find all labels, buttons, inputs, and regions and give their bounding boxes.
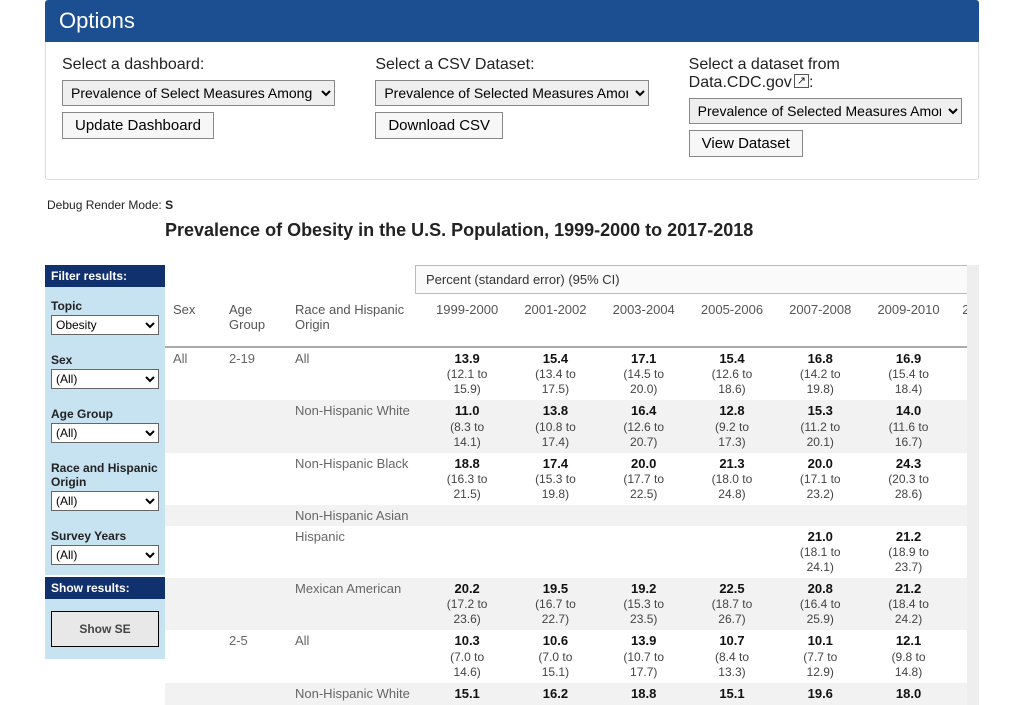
data-cell [511, 505, 599, 526]
data-cell [864, 505, 952, 526]
filter-select-race-and-hispanic-origin[interactable]: (All) [51, 491, 159, 511]
data-cell: 18.8 [600, 683, 688, 705]
data-cell [600, 526, 688, 578]
cdc-select-label: Select a dataset from Data.CDC.gov↗: [689, 56, 962, 92]
data-cell: 15.3(11.2 to20.1) [776, 400, 864, 452]
data-cell: 21.2(18.9 to23.7) [864, 526, 952, 578]
filter-label-survey-years: Survey Years [51, 529, 159, 543]
filter-select-topic[interactable]: Obesity [51, 315, 159, 335]
data-cell: 16.4(12.6 to20.7) [600, 400, 688, 452]
table-row: 2-5All10.3(7.0 to14.6)10.6(7.0 to15.1)13… [165, 630, 979, 682]
dashboard-select-label: Select a dashboard: [62, 56, 335, 74]
data-cell: 13.8(10.8 to17.4) [511, 400, 599, 452]
data-cell: 13.9(12.1 to15.9) [423, 347, 511, 400]
filter-label-age-group: Age Group [51, 407, 159, 421]
col-year: 2007-2008 [776, 298, 864, 347]
data-cell [600, 505, 688, 526]
data-cell [511, 526, 599, 578]
csv-select-label: Select a CSV Dataset: [375, 56, 648, 74]
data-cell: 20.8(16.4 to25.9) [776, 578, 864, 630]
data-cell: 22.5(18.7 to26.7) [688, 578, 776, 630]
data-cell: 12.1(9.8 to14.8) [864, 630, 952, 682]
filter-select-survey-years[interactable]: (All) [51, 545, 159, 565]
data-table: Sex Age Group Race and Hispanic Origin 1… [165, 298, 979, 705]
col-year: 1999-2000 [423, 298, 511, 347]
data-cell: 15.4(12.6 to18.6) [688, 347, 776, 400]
data-cell: 21.3(18.0 to24.8) [688, 453, 776, 505]
data-cell: 18.8(16.3 to21.5) [423, 453, 511, 505]
data-cell: 16.8(14.2 to19.8) [776, 347, 864, 400]
data-cell: 19.2(15.3 to23.5) [600, 578, 688, 630]
data-cell: 11.0(8.3 to14.1) [423, 400, 511, 452]
external-link-icon: ↗ [794, 74, 809, 88]
data-cell: 19.5(16.7 to22.7) [511, 578, 599, 630]
cdc-select[interactable]: Prevalence of Selected Measures Among [689, 98, 962, 124]
table-row: Non-Hispanic White11.0(8.3 to14.1)13.8(1… [165, 400, 979, 452]
col-year: 2003-2004 [600, 298, 688, 347]
data-cell: 10.6(7.0 to15.1) [511, 630, 599, 682]
filter-label-topic: Topic [51, 299, 159, 313]
data-cell: 17.4(15.3 to19.8) [511, 453, 599, 505]
col-race: Race and Hispanic Origin [287, 298, 423, 347]
table-row: Non-Hispanic White15.116.218.815.119.618… [165, 683, 979, 705]
data-cell: 13.9(10.7 to17.7) [600, 630, 688, 682]
data-cell [688, 505, 776, 526]
debug-mode-label: Debug Render Mode: S [47, 198, 979, 212]
filter-label-race-and-hispanic-origin: Race and Hispanic Origin [51, 461, 159, 489]
options-header: Options [45, 0, 979, 42]
filter-label-sex: Sex [51, 353, 159, 367]
data-cell: 24.3(20.3 to28.6) [864, 453, 952, 505]
table-meta-header: Percent (standard error) (95% CI) [415, 265, 979, 294]
data-cell: 16.2 [511, 683, 599, 705]
data-cell [423, 526, 511, 578]
data-cell: 15.1 [423, 683, 511, 705]
dashboard-select[interactable]: Prevalence of Select Measures Among th [62, 80, 335, 106]
data-cell: 20.0(17.7 to22.5) [600, 453, 688, 505]
table-row: Mexican American20.2(17.2 to23.6)19.5(16… [165, 578, 979, 630]
col-year: 2001-2002 [511, 298, 599, 347]
page-title: Prevalence of Obesity in the U.S. Popula… [165, 220, 979, 241]
data-cell: 21.2(18.4 to24.2) [864, 578, 952, 630]
data-cell: 10.3(7.0 to14.6) [423, 630, 511, 682]
table-row: Non-Hispanic Black18.8(16.3 to21.5)17.4(… [165, 453, 979, 505]
view-dataset-button[interactable]: View Dataset [689, 130, 803, 157]
data-cell: 20.0(17.1 to23.2) [776, 453, 864, 505]
col-year: 2005-2006 [688, 298, 776, 347]
update-dashboard-button[interactable]: Update Dashboard [62, 112, 214, 139]
filter-select-age-group[interactable]: (All) [51, 423, 159, 443]
show-se-button[interactable]: Show SE [51, 611, 159, 647]
show-results-header: Show results: [45, 577, 165, 599]
data-cell: 15.4(13.4 to17.5) [511, 347, 599, 400]
data-cell: 15.1 [688, 683, 776, 705]
table-row: Hispanic21.0(18.1 to24.1)21.2(18.9 to23.… [165, 526, 979, 578]
filter-results-header: Filter results: [45, 265, 165, 287]
data-cell: 10.1(7.7 to12.9) [776, 630, 864, 682]
table-row: Non-Hispanic Asian [165, 505, 979, 526]
data-cell: 21.0(18.1 to24.1) [776, 526, 864, 578]
data-cell: 10.7(8.4 to13.3) [688, 630, 776, 682]
col-year: 2009-2010 [864, 298, 952, 347]
col-age: Age Group [221, 298, 287, 347]
data-cell: 14.0(11.6 to16.7) [864, 400, 952, 452]
data-cell [688, 526, 776, 578]
data-cell [776, 505, 864, 526]
data-cell: 16.9(15.4 to18.4) [864, 347, 952, 400]
col-sex: Sex [165, 298, 221, 347]
data-cell: 17.1(14.5 to20.0) [600, 347, 688, 400]
filter-select-sex[interactable]: (All) [51, 369, 159, 389]
table-row: All2-19All13.9(12.1 to15.9)15.4(13.4 to1… [165, 347, 979, 400]
data-cell: 20.2(17.2 to23.6) [423, 578, 511, 630]
vertical-scrollbar[interactable] [967, 265, 979, 705]
data-cell [423, 505, 511, 526]
download-csv-button[interactable]: Download CSV [375, 112, 503, 139]
data-cell: 12.8(9.2 to17.3) [688, 400, 776, 452]
data-cell: 18.0 [864, 683, 952, 705]
data-cell: 19.6 [776, 683, 864, 705]
csv-select[interactable]: Prevalence of Selected Measures Among [375, 80, 648, 106]
options-panel: Select a dashboard: Prevalence of Select… [45, 42, 979, 180]
